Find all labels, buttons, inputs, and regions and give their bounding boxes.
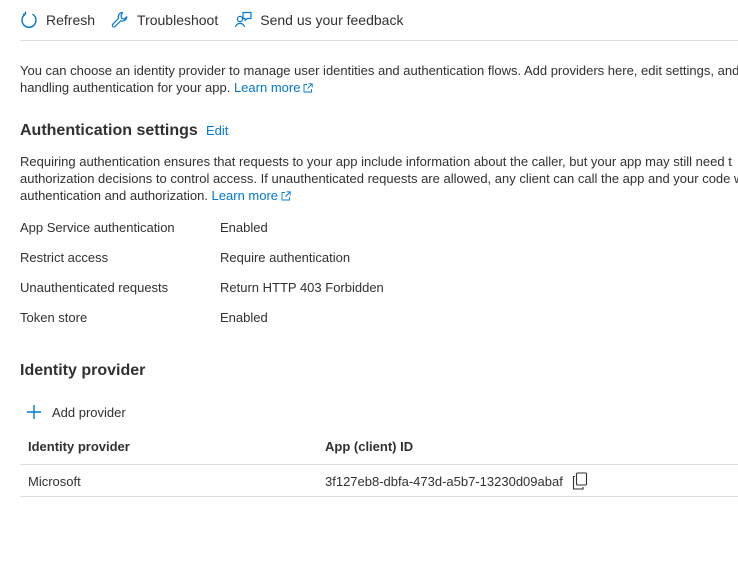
feedback-button[interactable]: Send us your feedback <box>234 4 403 36</box>
intro-line-1: You can choose an identity provider to m… <box>20 63 738 78</box>
identity-provider-table: Identity provider App (client) ID Micros… <box>20 430 738 497</box>
feedback-label: Send us your feedback <box>260 12 404 28</box>
intro-learn-more-link[interactable]: Learn more <box>233 80 314 95</box>
feedback-icon <box>235 11 252 28</box>
auth-desc-line-3: authentication and authorization. Learn … <box>20 187 738 204</box>
refresh-button[interactable]: Refresh <box>20 4 95 36</box>
wrench-icon <box>111 11 128 28</box>
troubleshoot-label: Troubleshoot <box>137 12 219 28</box>
edit-auth-settings-link[interactable]: Edit <box>206 123 228 138</box>
setting-label-token-store: Token store <box>20 310 88 325</box>
intro-description: You can choose an identity provider to m… <box>20 62 738 96</box>
plus-icon <box>27 405 41 419</box>
setting-label-app-service-auth: App Service authentication <box>20 220 175 235</box>
auth-desc-line-1: Requiring authentication ensures that re… <box>20 154 732 169</box>
auth-settings-title: Authentication settings <box>20 122 198 139</box>
command-bar: Refresh Troubleshoot Send us your feedba… <box>20 0 738 41</box>
setting-value-app-service-auth: Enabled <box>220 220 268 235</box>
intro-learn-more-label: Learn more <box>233 80 301 95</box>
refresh-icon <box>21 11 37 28</box>
setting-label-restrict-access: Restrict access <box>20 250 109 265</box>
refresh-label: Refresh <box>46 12 96 28</box>
setting-value-restrict-access: Require authentication <box>220 250 351 265</box>
troubleshoot-button[interactable]: Troubleshoot <box>111 4 218 36</box>
identity-provider-title: Identity provider <box>20 362 146 379</box>
provider-name-cell: Microsoft <box>28 474 81 489</box>
add-provider-button[interactable]: Add provider <box>26 400 126 424</box>
auth-learn-more-label: Learn more <box>211 188 279 203</box>
table-header: Identity provider App (client) ID <box>20 430 738 465</box>
setting-value-unauthenticated-requests: Return HTTP 403 Forbidden <box>220 280 384 295</box>
setting-value-token-store: Enabled <box>220 310 268 325</box>
auth-desc-line-2: authorization decisions to control acces… <box>20 171 738 186</box>
add-provider-label: Add provider <box>52 404 126 420</box>
external-link-icon <box>303 83 314 93</box>
external-link-icon <box>281 191 291 201</box>
setting-label-unauthenticated-requests: Unauthenticated requests <box>20 280 169 295</box>
auth-settings-description: Requiring authentication ensures that re… <box>20 153 738 204</box>
intro-line-2-text: handling authentication for your app. <box>20 80 231 95</box>
auth-desc-line-3-text: authentication and authorization. <box>20 188 208 203</box>
intro-line-2: handling authentication for your app. Le… <box>20 79 738 96</box>
column-header-client-id: App (client) ID <box>325 439 414 454</box>
copy-icon[interactable] <box>572 472 588 490</box>
auth-learn-more-link[interactable]: Learn more <box>212 188 291 203</box>
column-header-identity-provider: Identity provider <box>28 439 130 454</box>
table-row[interactable]: Microsoft 3f127eb8-dbfa-473d-a5b7-13230d… <box>20 465 738 497</box>
client-id-cell: 3f127eb8-dbfa-473d-a5b7-13230d09abaf <box>325 474 563 489</box>
